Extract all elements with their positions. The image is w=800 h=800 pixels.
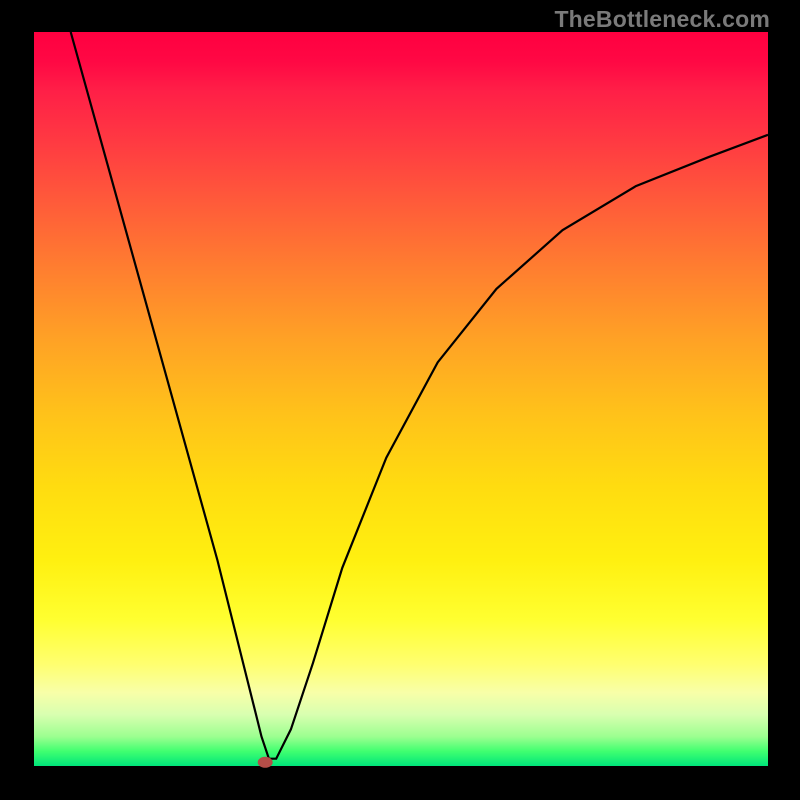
watermark-text: TheBottleneck.com [554,6,770,33]
minimum-marker [258,757,272,767]
plot-area [34,32,768,766]
chart-frame: TheBottleneck.com [0,0,800,800]
bottleneck-curve [71,32,768,759]
curve-svg [34,32,768,766]
